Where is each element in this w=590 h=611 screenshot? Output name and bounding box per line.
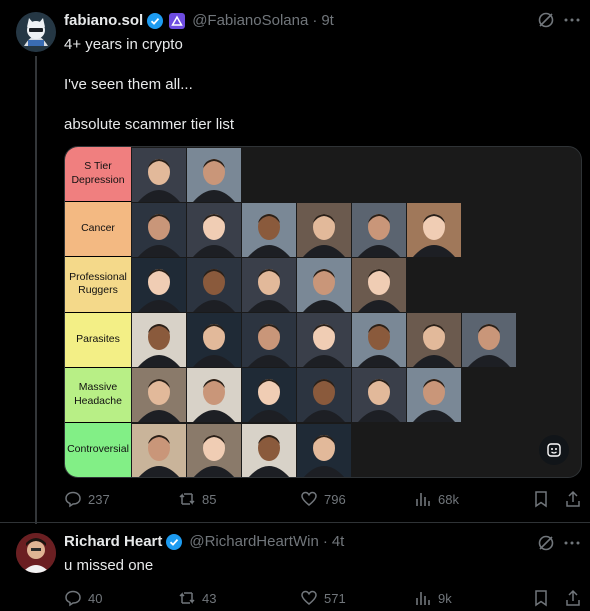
tier-portrait <box>407 368 461 423</box>
tier-portrait <box>242 313 296 368</box>
tier-portrait <box>187 147 241 202</box>
tier-label: Parasites <box>65 312 131 368</box>
reply-author-handle[interactable]: @RichardHeartWin <box>189 533 318 550</box>
tweet-time[interactable]: 9t <box>321 12 334 29</box>
dot-separator: · <box>312 12 318 29</box>
tier-portrait <box>242 423 296 477</box>
tier-portrait <box>132 202 186 257</box>
tweet-text-line-3: absolute scammer tier list <box>64 116 235 133</box>
reply-icon <box>65 491 81 508</box>
reply-like-button[interactable]: 571 <box>300 589 346 607</box>
author-avatar[interactable] <box>16 12 56 52</box>
reply-count: 237 <box>88 491 110 507</box>
tier-portrait <box>242 258 296 312</box>
views-count: 68k <box>438 491 459 507</box>
tier-portrait <box>187 313 241 368</box>
tier-portrait <box>132 147 186 202</box>
app-badge-icon <box>169 12 186 29</box>
like-button[interactable]: 796 <box>300 490 346 508</box>
tier-portrait <box>297 202 351 257</box>
verified-badge-icon <box>147 12 164 29</box>
tier-portrait <box>352 202 406 257</box>
reply-text: u missed one <box>64 557 154 574</box>
reply-icon <box>65 590 81 607</box>
tier-portrait <box>132 423 186 477</box>
tweet-text-line-2: I've seen them all... <box>64 76 193 93</box>
reply-bookmark-icon[interactable] <box>532 589 550 607</box>
tweet-text-line-1: 4+ years in crypto <box>64 36 183 53</box>
reply-views-count: 9k <box>438 590 452 606</box>
more-icon[interactable] <box>562 10 582 30</box>
tier-portrait <box>132 368 186 423</box>
tier-portrait <box>297 313 351 368</box>
tier-label: Professional Ruggers <box>65 257 131 313</box>
tweet-divider <box>0 522 590 523</box>
reply-like-count: 571 <box>324 590 346 606</box>
tier-portrait <box>132 313 186 368</box>
tier-portrait <box>352 258 406 312</box>
bookmark-icon[interactable] <box>532 490 550 508</box>
heart-icon <box>301 491 317 506</box>
repost-button[interactable]: 85 <box>178 490 216 508</box>
heart-icon <box>301 590 317 605</box>
thread-line <box>35 56 37 524</box>
repost-count: 85 <box>202 491 217 507</box>
tier-portrait <box>187 368 241 423</box>
reply-dot-separator: · <box>322 533 328 550</box>
tier-portrait <box>407 202 461 257</box>
tier-portrait <box>187 202 241 257</box>
reply-reply-count: 40 <box>88 590 103 606</box>
tier-label: Controversial <box>65 423 131 477</box>
tier-portrait <box>187 423 241 477</box>
tier-portrait <box>297 368 351 423</box>
views-icon <box>416 592 430 605</box>
views-button[interactable]: 68k <box>414 490 459 508</box>
grok-icon[interactable] <box>536 10 556 30</box>
tier-portrait <box>462 313 516 368</box>
tier-portrait <box>407 313 461 368</box>
tweet-actions: 237 85 796 68k <box>64 490 584 510</box>
tier-label: Cancer <box>65 202 131 258</box>
reply-grok-icon[interactable] <box>536 533 556 553</box>
tier-label: S Tier Depression <box>65 147 131 203</box>
tier-portrait <box>297 423 351 477</box>
tier-portrait <box>187 258 241 312</box>
author-handle[interactable]: @FabianoSolana <box>192 12 308 29</box>
reply-views-button[interactable]: 9k <box>414 589 452 607</box>
tweet-image-tier-list[interactable]: S Tier Depression Cancer Professional Rugg… <box>64 146 582 478</box>
tier-portrait <box>352 313 406 368</box>
tier-portrait <box>242 202 296 257</box>
share-icon[interactable] <box>564 490 582 508</box>
reply-more-icon[interactable] <box>562 533 582 553</box>
reply-repost-count: 43 <box>202 590 217 606</box>
reply-reply-button[interactable]: 40 <box>64 589 102 607</box>
tier-portrait <box>132 258 186 312</box>
tier-portrait <box>352 368 406 423</box>
like-count: 796 <box>324 491 346 507</box>
tier-label: Massive Headache <box>65 367 131 423</box>
reply-author-name[interactable]: Richard Heart <box>64 533 162 550</box>
reply-repost-button[interactable]: 43 <box>178 589 216 607</box>
reply-verified-badge-icon <box>166 533 183 550</box>
author-name[interactable]: fabiano.sol <box>64 12 143 29</box>
reply-button[interactable]: 237 <box>64 490 110 508</box>
edit-image-icon[interactable] <box>539 435 569 465</box>
reply-time[interactable]: 4t <box>332 533 345 550</box>
views-icon <box>416 493 430 506</box>
reply-share-icon[interactable] <box>564 589 582 607</box>
reply-actions: 40 43 571 9k <box>64 589 584 609</box>
tier-portrait <box>297 258 351 312</box>
reply-author-avatar[interactable] <box>16 533 56 573</box>
tier-portrait <box>242 368 296 423</box>
repost-icon <box>179 493 195 505</box>
repost-icon <box>179 592 195 604</box>
